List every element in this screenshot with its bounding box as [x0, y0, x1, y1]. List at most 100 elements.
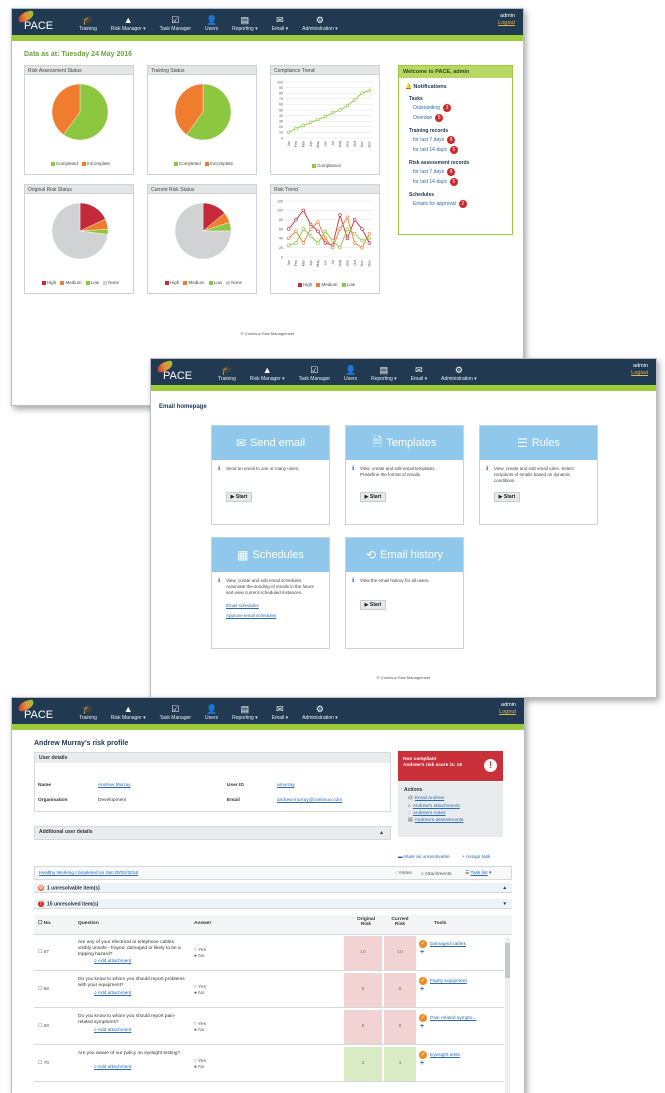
attachments-button[interactable]: ⌕ Attachments [421, 871, 451, 877]
row-number[interactable]: ☐ 69 [38, 1024, 49, 1029]
nav-item-administration[interactable]: ⚙ Administration ▾ [434, 365, 484, 385]
notification-item[interactable]: for last 14 days 5 [413, 178, 512, 186]
data-point-low[interactable] [330, 238, 335, 243]
notification-item[interactable]: Overdue 5 [413, 114, 512, 122]
tool-link[interactable]: Faulty equipment [430, 979, 467, 984]
pace-logo[interactable]: PACE [16, 698, 64, 724]
approve-schedules-link[interactable]: Approve email schedules [212, 611, 329, 618]
notification-item[interactable]: Outstanding 3 [413, 104, 512, 112]
add-tool-icon[interactable]: + [420, 986, 424, 993]
data-point-medium[interactable] [338, 227, 342, 231]
notification-item[interactable]: for last 7 days 8 [413, 168, 512, 176]
data-point-low[interactable] [338, 245, 342, 250]
data-point-compliance[interactable] [338, 108, 342, 112]
data-point-compliance[interactable] [323, 115, 328, 119]
data-point-medium[interactable] [294, 229, 298, 234]
start-button[interactable]: ▶ Start [360, 600, 386, 610]
row-number[interactable]: ☐ 70 [38, 1061, 49, 1066]
unresolvable-group[interactable]: ⊘ 1 unresolvable item(s) ▴ [34, 883, 512, 893]
data-point-high[interactable] [338, 213, 342, 217]
action-attachments[interactable]: ⌕ Andrew's attachments [398, 802, 503, 810]
data-point-medium[interactable] [308, 227, 313, 231]
tool-link[interactable]: Damaged cables [430, 942, 466, 947]
data-point-medium[interactable] [301, 241, 306, 245]
nav-item-task-manager[interactable]: ☑ Task Manager [153, 15, 198, 35]
notification-item[interactable]: for last 7 days 8 [413, 136, 512, 144]
start-button[interactable]: ▶ Start [226, 492, 252, 502]
nav-item-reporting[interactable]: ▤ Reporting ▾ [364, 365, 404, 385]
answer-radios[interactable]: ○ Yes ● No [194, 1059, 206, 1071]
nav-item-training[interactable]: 🎓 Training [72, 704, 104, 724]
nav-item-administration[interactable]: ⚙ Administration ▾ [295, 15, 345, 35]
compliance-trend-chart[interactable]: 010 2030 40 5060 7080 90 100 Jan Feb Mar Apr May Jun… [271, 76, 379, 156]
col-no[interactable]: ☐ No. [38, 921, 51, 926]
data-point-high[interactable] [360, 227, 364, 231]
action-notes[interactable]: ◌ Andrew's notes [398, 810, 503, 817]
nav-item-reporting[interactable]: ▤ Reporting ▾ [225, 15, 265, 35]
card-header[interactable]: ⟲ Email history [346, 538, 463, 572]
risk-trend-chart[interactable]: 0 20 40 60 80 100 120 Jan Feb Mar Apr May Jun Jul Aug S… [271, 195, 379, 275]
card-header[interactable]: ☰ Rules [480, 426, 597, 460]
notification-item[interactable]: for last 14 days 5 [413, 146, 512, 154]
data-point-medium[interactable] [330, 245, 335, 250]
answer-radios[interactable]: ○ Yes ● No [194, 985, 206, 997]
add-attachment-link[interactable]: ⌕ Add attachment [94, 990, 131, 996]
scrollbar[interactable] [505, 938, 510, 1093]
nav-item-task-manager[interactable]: ☑ Task Manager [153, 704, 198, 724]
data-point-compliance[interactable] [330, 111, 335, 115]
pace-logo[interactable]: PACE [16, 9, 64, 35]
notification-item[interactable]: Emails for approval 2 [413, 200, 512, 208]
assessment-link[interactable]: Healthy Working completed on Sat 20/02/2… [39, 871, 138, 876]
nav-item-training[interactable]: 🎓 Training [72, 15, 104, 35]
logout-link[interactable]: Logout [499, 709, 516, 716]
data-point-low[interactable] [316, 241, 320, 245]
data-point-compliance[interactable] [345, 103, 350, 108]
email-value[interactable]: andrew.murray@continuo.com [277, 798, 342, 803]
nav-item-training[interactable]: 🎓 Training [211, 365, 243, 385]
row-number[interactable]: ☐ 67 [38, 950, 49, 955]
nav-item-email[interactable]: ✉ Email ▾ [265, 15, 295, 35]
data-point-medium[interactable] [360, 245, 364, 250]
tool-link[interactable]: Eyesight tests [430, 1053, 460, 1058]
nav-item-risk-manager[interactable]: ▲ Risk Manager ▾ [243, 365, 292, 385]
pace-logo[interactable]: PACE [155, 359, 203, 385]
tool-link[interactable]: Pain related sympto... [430, 1016, 476, 1021]
card-header[interactable]: 🗎 Templates [346, 426, 463, 460]
nav-item-risk-manager[interactable]: ▲ Risk Manager ▾ [104, 15, 153, 35]
data-point-low[interactable] [301, 227, 306, 231]
mark-unresolvable-button[interactable]: ▬ Mark as unresolvable [398, 855, 450, 860]
nav-item-administration[interactable]: ⚙ Administration ▾ [295, 704, 345, 724]
data-point-compliance[interactable] [286, 130, 291, 135]
data-point-high[interactable] [345, 236, 350, 241]
add-attachment-link[interactable]: ⌕ Add attachment [94, 1064, 131, 1070]
additional-details-toggle[interactable]: Additional user details ▲ [34, 826, 391, 840]
scrollbar-thumb[interactable] [505, 943, 510, 978]
data-point-medium[interactable] [352, 241, 357, 245]
card-header[interactable]: ▦ Schedules [212, 538, 329, 572]
data-point-compliance[interactable] [367, 88, 372, 93]
training-pie[interactable] [174, 83, 232, 141]
data-point-medium[interactable] [316, 220, 320, 224]
nav-item-email[interactable]: ✉ Email ▾ [265, 704, 295, 724]
action-email[interactable]: @ Email Andrew [398, 795, 503, 802]
row-number[interactable]: ☐ 68 [38, 987, 49, 992]
start-button[interactable]: ▶ Start [494, 492, 520, 502]
assign-task-button[interactable]: + Assign task [462, 855, 490, 860]
logout-link[interactable]: Logout [498, 20, 515, 27]
action-assessments[interactable]: ▤ Andrew's assessments [398, 817, 503, 824]
data-point-high[interactable] [308, 222, 313, 227]
unresolved-group[interactable]: ! 15 unresolved item(s) ▾ [34, 899, 512, 909]
data-point-low[interactable] [367, 236, 372, 241]
data-point-medium[interactable] [323, 236, 328, 241]
nav-item-reporting[interactable]: ▤ Reporting ▾ [225, 704, 265, 724]
nav-item-users[interactable]: 👤 Users [198, 704, 225, 724]
add-tool-icon[interactable]: + [420, 1060, 424, 1067]
answer-radios[interactable]: ○ Yes ● No [194, 948, 206, 960]
answer-radios[interactable]: ○ Yes ● No [194, 1022, 206, 1034]
data-point-medium[interactable] [367, 231, 372, 236]
risk-assessment-pie[interactable] [51, 83, 109, 141]
data-point-low[interactable] [286, 243, 291, 248]
data-point-low[interactable] [345, 227, 350, 231]
nav-item-users[interactable]: 👤 Users [198, 15, 225, 35]
data-point-compliance[interactable] [308, 120, 313, 125]
